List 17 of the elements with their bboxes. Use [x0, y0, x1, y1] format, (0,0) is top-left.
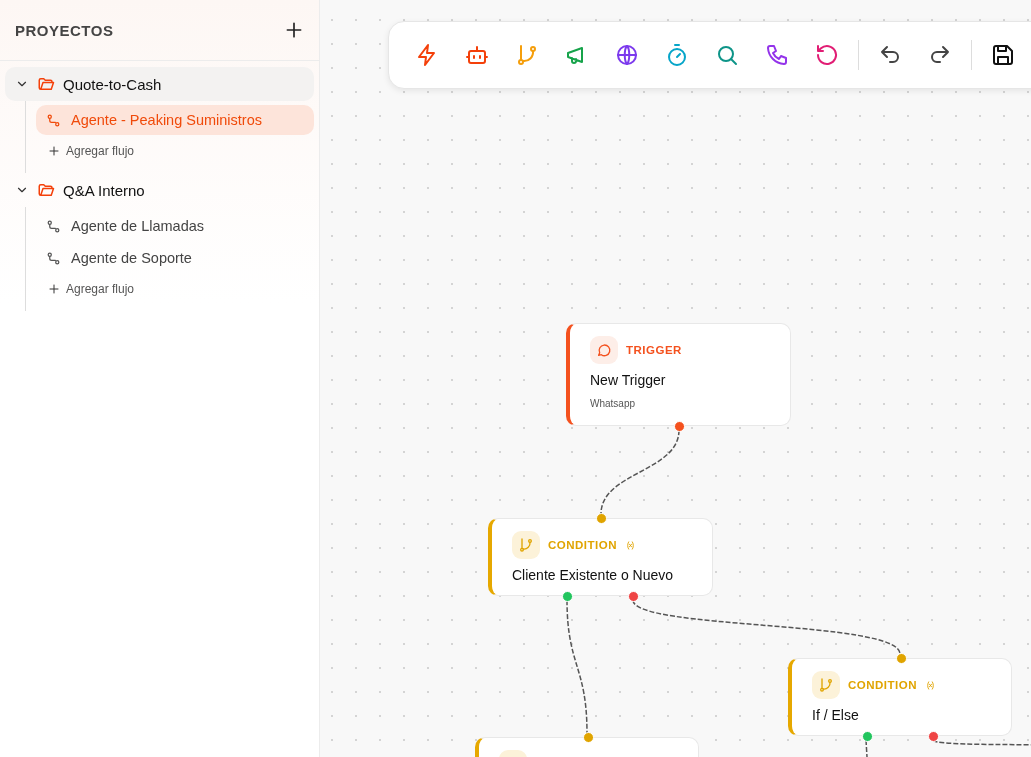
trigger-node[interactable]: TRIGGER New Trigger Whatsapp	[566, 323, 791, 426]
node-type-label: TRIGGER	[626, 344, 682, 356]
node-title: If / Else	[812, 707, 860, 723]
sidebar-title: PROYECTOS	[15, 21, 114, 39]
node-type-label: CONDITION	[548, 539, 618, 551]
condition-node[interactable]: CONDITION If / Else	[788, 658, 1012, 736]
node-title: Cliente Existente o Nuevo	[512, 567, 675, 583]
node-subtitle: Whatsapp	[590, 398, 637, 409]
flow-item[interactable]: Agente de Soporte	[36, 243, 314, 273]
project-item[interactable]: Quote-to-Cash	[5, 67, 314, 101]
condition-node[interactable]: CONDITION Cliente Existente o Nuevo	[488, 518, 713, 596]
node-title: New Trigger	[590, 372, 667, 388]
add-flow-link[interactable]: Agregar flujo	[36, 137, 314, 165]
flow-item[interactable]: Agente de Llamadas	[36, 211, 314, 241]
add-flow-link[interactable]: Agregar flujo	[36, 275, 314, 303]
node-type-label: CONDITION	[848, 679, 918, 691]
project-item[interactable]: Q&A Interno	[5, 173, 314, 207]
